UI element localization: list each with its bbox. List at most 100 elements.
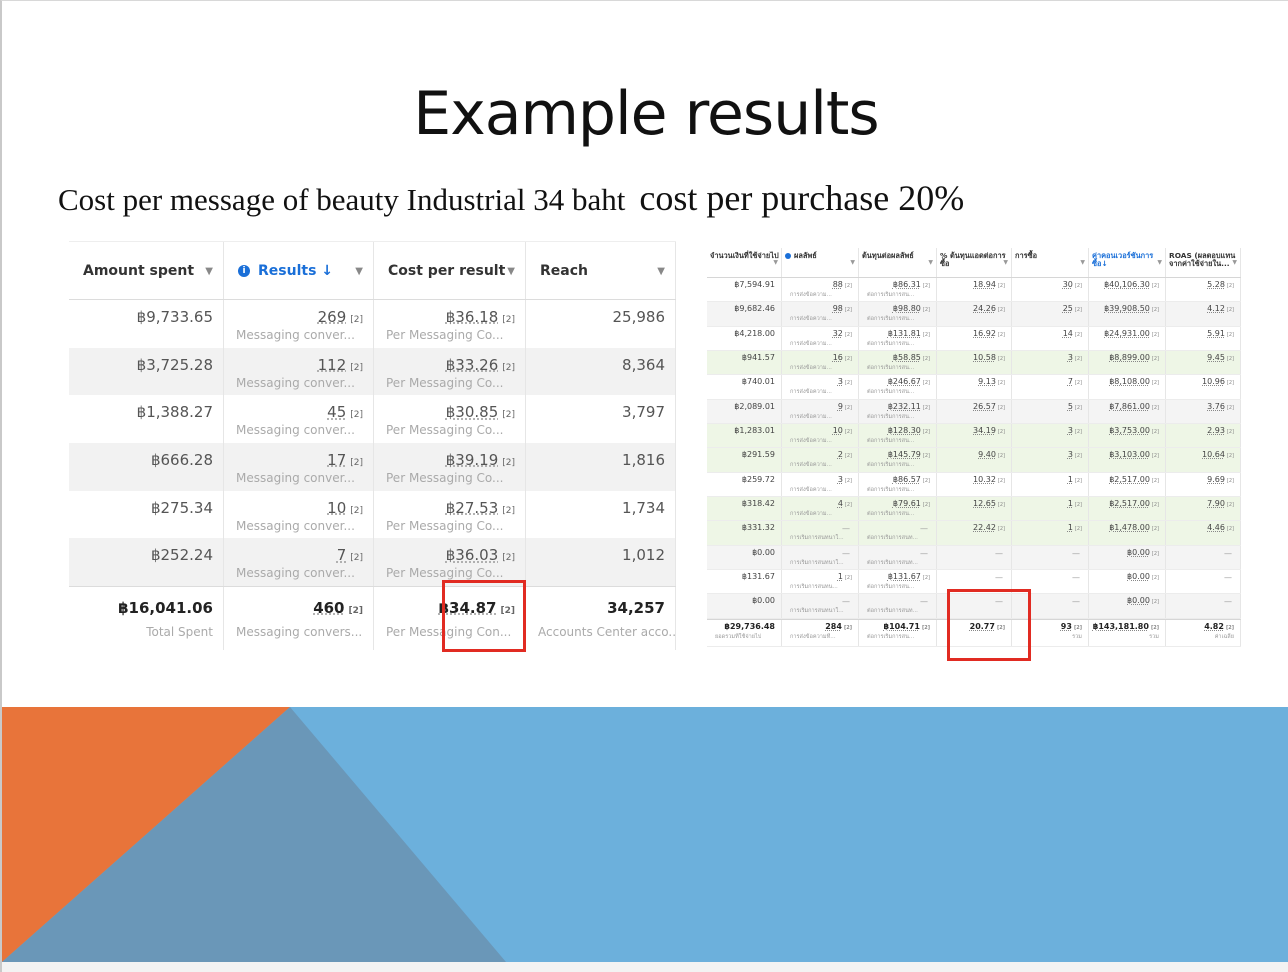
roas-value[interactable]: 4.46 [2] [1207, 523, 1234, 532]
results-value[interactable]: 4 [2] [838, 499, 852, 508]
th-total-purchases[interactable]: 93 [2] [1061, 622, 1082, 631]
info-icon[interactable]: i [238, 264, 250, 277]
column-header-amount-spent[interactable]: Amount spent ▼ [69, 242, 224, 299]
cost-per-result-value[interactable]: ฿86.31 [2] [893, 280, 930, 289]
cost-per-result-value[interactable]: ฿79.61 [2] [893, 499, 930, 508]
total-results[interactable]: 460 [2] [313, 599, 363, 617]
results-value[interactable]: 88 [2] [833, 280, 852, 289]
purchases-value[interactable]: 5 [2] [1068, 402, 1082, 411]
ad-cost-pct-value[interactable]: 9.40 [2] [978, 450, 1005, 459]
results-value[interactable]: 16 [2] [833, 353, 852, 362]
purchases-value[interactable]: 25 [2] [1063, 304, 1082, 313]
column-header-results-th[interactable]: ผลลัพธ์ ▼ [782, 248, 859, 277]
cost-per-result-value[interactable]: ฿58.85 [2] [893, 353, 930, 362]
purchases-value[interactable]: 3 [2] [1068, 426, 1082, 435]
ad-cost-pct-value[interactable]: 9.13 [2] [978, 377, 1005, 386]
column-header-purchase-conversion-value-th[interactable]: ค่าคอนเวอร์ชันการซื้อ↓ ▼ [1089, 248, 1166, 277]
purchases-value[interactable]: 14 [2] [1063, 329, 1082, 338]
conversion-value[interactable]: ฿8,108.00 [2] [1109, 377, 1159, 386]
sort-caret-icon[interactable]: ▼ [355, 266, 363, 277]
th-total-roas[interactable]: 4.82 [2] [1204, 622, 1234, 631]
cost-per-result-value[interactable]: ฿131.81 [2] [888, 329, 930, 338]
cost-per-result-value[interactable]: ฿246.67 [2] [888, 377, 930, 386]
column-header-purchases-th[interactable]: การซื้อ ▼ [1012, 248, 1089, 277]
conversion-value[interactable]: ฿7,861.00 [2] [1109, 402, 1159, 411]
sort-caret-icon[interactable]: ▼ [928, 259, 933, 267]
column-header-amount-spent-th[interactable]: จำนวนเงินที่ใช้จ่ายไป ▼ [707, 248, 782, 277]
conversion-value[interactable]: ฿2,517.00 [2] [1109, 499, 1159, 508]
sort-caret-icon[interactable]: ▼ [850, 259, 855, 267]
cost-per-result-value[interactable]: ฿39.19 [2] [446, 451, 515, 469]
ad-cost-pct-value[interactable]: 12.65 [2] [973, 499, 1005, 508]
results-value[interactable]: 1 [2] [838, 572, 852, 581]
roas-value[interactable]: 5.28 [2] [1207, 280, 1234, 289]
purchases-value[interactable]: 3 [2] [1068, 450, 1082, 459]
ad-cost-pct-value[interactable]: 10.58 [2] [973, 353, 1005, 362]
conversion-value[interactable]: ฿0.00 [2] [1127, 572, 1159, 581]
cost-per-result-value[interactable]: ฿33.26 [2] [446, 356, 515, 374]
cost-per-result-value[interactable]: ฿232.11 [2] [888, 402, 930, 411]
conversion-value[interactable]: ฿40,106.30 [2] [1104, 280, 1159, 289]
conversion-value[interactable]: ฿3,753.00 [2] [1109, 426, 1159, 435]
roas-value[interactable]: 5.91 [2] [1207, 329, 1234, 338]
results-value[interactable]: 32 [2] [833, 329, 852, 338]
ad-cost-pct-value[interactable]: 34.19 [2] [973, 426, 1005, 435]
ad-cost-pct-value[interactable]: 26.57 [2] [973, 402, 1005, 411]
sort-caret-icon[interactable]: ▼ [1003, 259, 1008, 267]
conversion-value[interactable]: ฿24,931.00 [2] [1104, 329, 1159, 338]
column-header-roas-th[interactable]: ROAS (ผลตอบแทนจากค่าใช้จ่ายใน... ▼ [1166, 248, 1241, 277]
purchases-value[interactable]: 30 [2] [1063, 280, 1082, 289]
roas-value[interactable]: 2.93 [2] [1207, 426, 1234, 435]
conversion-value[interactable]: ฿0.00 [2] [1127, 596, 1159, 605]
sort-caret-icon[interactable]: ▼ [1080, 259, 1085, 267]
results-value[interactable]: 98 [2] [833, 304, 852, 313]
column-header-cost-per-result-th[interactable]: ต้นทุนต่อผลลัพธ์ ▼ [859, 248, 937, 277]
sort-caret-icon[interactable]: ▼ [1157, 259, 1162, 267]
sort-caret-icon[interactable]: ▼ [1232, 259, 1237, 267]
purchases-value[interactable]: 3 [2] [1068, 353, 1082, 362]
th-total-cost-per-result[interactable]: ฿104.71 [2] [884, 622, 931, 631]
cost-per-result-value[interactable]: ฿30.85 [2] [446, 403, 515, 421]
cost-per-result-value[interactable]: ฿145.79 [2] [888, 450, 930, 459]
roas-value[interactable]: 9.69 [2] [1207, 475, 1234, 484]
ad-cost-pct-value[interactable]: 18.94 [2] [973, 280, 1005, 289]
sort-caret-icon[interactable]: ▼ [773, 259, 778, 267]
sort-caret-icon[interactable]: ▼ [657, 266, 665, 277]
info-icon[interactable] [785, 253, 791, 259]
roas-value[interactable]: 7.90 [2] [1207, 499, 1234, 508]
conversion-value[interactable]: ฿39,908.50 [2] [1104, 304, 1159, 313]
results-value[interactable]: 3 [2] [838, 377, 852, 386]
ad-cost-pct-value[interactable]: 16.92 [2] [973, 329, 1005, 338]
results-value[interactable]: 10 [2] [833, 426, 852, 435]
results-value[interactable]: 10 [2] [327, 499, 363, 517]
conversion-value[interactable]: ฿3,103.00 [2] [1109, 450, 1159, 459]
cost-per-result-value[interactable]: ฿86.57 [2] [893, 475, 930, 484]
th-total-results[interactable]: 284 [2] [825, 622, 852, 631]
conversion-value[interactable]: ฿0.00 [2] [1127, 548, 1159, 557]
cost-per-result-value[interactable]: ฿128.30 [2] [888, 426, 930, 435]
roas-value[interactable]: 3.76 [2] [1207, 402, 1234, 411]
ad-cost-pct-value[interactable]: 10.32 [2] [973, 475, 1005, 484]
results-value[interactable]: 9 [2] [838, 402, 852, 411]
sort-caret-icon[interactable]: ▼ [205, 266, 213, 277]
results-value[interactable]: 7 [2] [337, 546, 363, 564]
cost-per-result-value[interactable]: ฿27.53 [2] [446, 499, 515, 517]
ad-cost-pct-value[interactable]: 24.26 [2] [973, 304, 1005, 313]
results-value[interactable]: 3 [2] [838, 475, 852, 484]
cost-per-result-value[interactable]: ฿36.03 [2] [446, 546, 515, 564]
th-total-conversion-value[interactable]: ฿143,181.80 [2] [1093, 622, 1159, 631]
results-value[interactable]: 112 [2] [318, 356, 363, 374]
ad-cost-pct-value[interactable]: 22.42 [2] [973, 523, 1005, 532]
column-header-cost-per-result[interactable]: Cost per result ▼ [374, 242, 526, 299]
purchases-value[interactable]: 7 [2] [1068, 377, 1082, 386]
sort-caret-icon[interactable]: ▼ [507, 266, 515, 277]
results-value[interactable]: 17 [2] [327, 451, 363, 469]
roas-value[interactable]: 10.64 [2] [1202, 450, 1234, 459]
column-header-ad-cost-pct-th[interactable]: % ต้นทุนแอดต่อการซื้อ ▼ [937, 248, 1012, 277]
cost-per-result-value[interactable]: ฿36.18 [2] [446, 308, 515, 326]
results-value[interactable]: 45 [2] [327, 403, 363, 421]
cost-per-result-value[interactable]: ฿131.67 [2] [888, 572, 930, 581]
results-value[interactable]: 2 [2] [838, 450, 852, 459]
conversion-value[interactable]: ฿8,899.00 [2] [1109, 353, 1159, 362]
column-header-results[interactable]: i Results ↓ ▼ [224, 242, 374, 299]
